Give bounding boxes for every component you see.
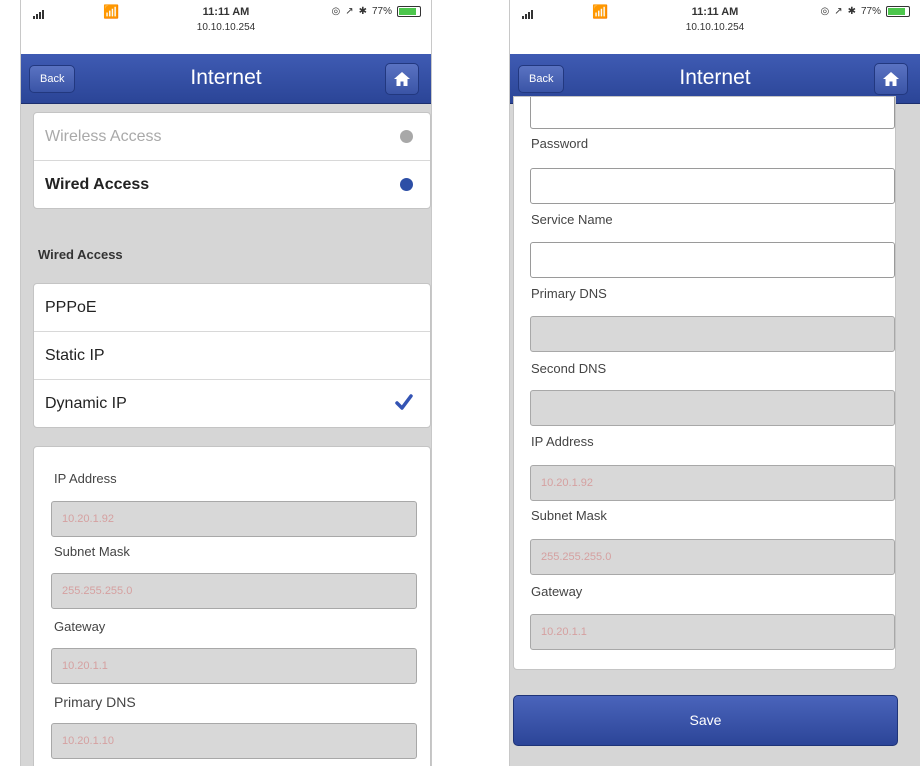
checkmark-icon <box>395 394 413 410</box>
location-icon: ↗ <box>345 6 354 17</box>
status-right-icons: ◎ ↗ ✱ 77% <box>820 6 910 17</box>
battery-percent: 77% <box>860 6 881 17</box>
page-title: Internet <box>679 66 751 89</box>
nav-bar: Back Internet <box>21 54 431 104</box>
primary-dns-input[interactable] <box>530 316 895 352</box>
save-button[interactable]: Save <box>513 695 898 746</box>
battery-icon <box>886 6 910 17</box>
gateway-input[interactable]: 10.20.1.1 <box>530 614 895 650</box>
page-title: Internet <box>190 66 262 89</box>
username-input[interactable] <box>530 97 895 129</box>
radio-selected-icon <box>400 178 413 191</box>
home-button[interactable] <box>874 63 908 95</box>
battery-icon <box>397 6 421 17</box>
status-address: 10.10.10.254 <box>196 22 256 33</box>
option-label: Wired Access <box>45 176 150 193</box>
field-label-service-name: Service Name <box>531 212 613 227</box>
left-phone-screen: 📶 11:11 AM 10.10.10.254 ◎ ↗ ✱ 77% Back I… <box>20 0 432 766</box>
status-address: 10.10.10.254 <box>685 22 745 33</box>
field-label-subnet-mask: Subnet Mask <box>54 544 130 559</box>
ip-address-input[interactable]: 10.20.1.92 <box>530 465 895 501</box>
status-bar: 📶 11:11 AM 10.10.10.254 ◎ ↗ ✱ 77% <box>510 0 920 54</box>
home-button[interactable] <box>385 63 419 95</box>
subnet-mask-input[interactable]: 255.255.255.0 <box>51 573 417 609</box>
pppoe-settings-card: Password Service Name Primary DNS Second… <box>513 96 896 670</box>
connection-option-pppoe[interactable]: PPPoE <box>34 284 430 332</box>
lock-icon: ◎ <box>331 6 341 17</box>
location-icon: ↗ <box>834 6 843 17</box>
access-type-card: Wireless Access Wired Access <box>33 112 431 209</box>
status-right-icons: ◎ ↗ ✱ 77% <box>331 6 421 17</box>
option-label: Wireless Access <box>45 128 162 145</box>
field-label-primary-dns: Primary DNS <box>531 286 607 301</box>
field-label-gateway: Gateway <box>54 619 106 634</box>
lock-icon: ◎ <box>820 6 830 17</box>
home-icon <box>883 72 899 86</box>
field-label-ip-address: IP Address <box>531 434 594 449</box>
status-bar: 📶 11:11 AM 10.10.10.254 ◎ ↗ ✱ 77% <box>21 0 431 54</box>
option-label: PPPoE <box>45 299 97 316</box>
service-name-input[interactable] <box>530 242 895 278</box>
access-option-wired[interactable]: Wired Access <box>34 161 430 208</box>
bluetooth-icon: ✱ <box>847 6 856 17</box>
field-label-gateway: Gateway <box>531 584 583 599</box>
field-label-password: Password <box>531 136 589 151</box>
field-label-subnet-mask: Subnet Mask <box>531 508 607 523</box>
option-label: Static IP <box>45 347 105 364</box>
field-label-second-dns: Second DNS <box>531 361 607 376</box>
section-title: Wired Access <box>38 247 123 262</box>
access-option-wireless[interactable]: Wireless Access <box>34 113 430 161</box>
option-label: Dynamic IP <box>45 395 127 412</box>
ip-settings-card: IP Address 10.20.1.92 Subnet Mask 255.25… <box>33 446 431 766</box>
subnet-mask-input[interactable]: 255.255.255.0 <box>530 539 895 575</box>
bluetooth-icon: ✱ <box>358 6 367 17</box>
password-input[interactable] <box>530 168 895 204</box>
field-label-ip-address: IP Address <box>54 471 117 486</box>
right-phone-screen: 📶 11:11 AM 10.10.10.254 ◎ ↗ ✱ 77% Back I… <box>509 0 920 766</box>
battery-percent: 77% <box>371 6 392 17</box>
field-label-primary-dns: Primary DNS <box>54 694 136 710</box>
ip-address-input[interactable]: 10.20.1.92 <box>51 501 417 537</box>
home-icon <box>394 72 410 86</box>
primary-dns-input[interactable]: 10.20.1.10 <box>51 723 417 759</box>
radio-unselected-icon <box>400 130 413 143</box>
connection-option-dynamic-ip[interactable]: Dynamic IP <box>34 380 430 427</box>
gateway-input[interactable]: 10.20.1.1 <box>51 648 417 684</box>
second-dns-input[interactable] <box>530 390 895 426</box>
connection-type-card: PPPoE Static IP Dynamic IP <box>33 283 431 428</box>
connection-option-static-ip[interactable]: Static IP <box>34 332 430 380</box>
